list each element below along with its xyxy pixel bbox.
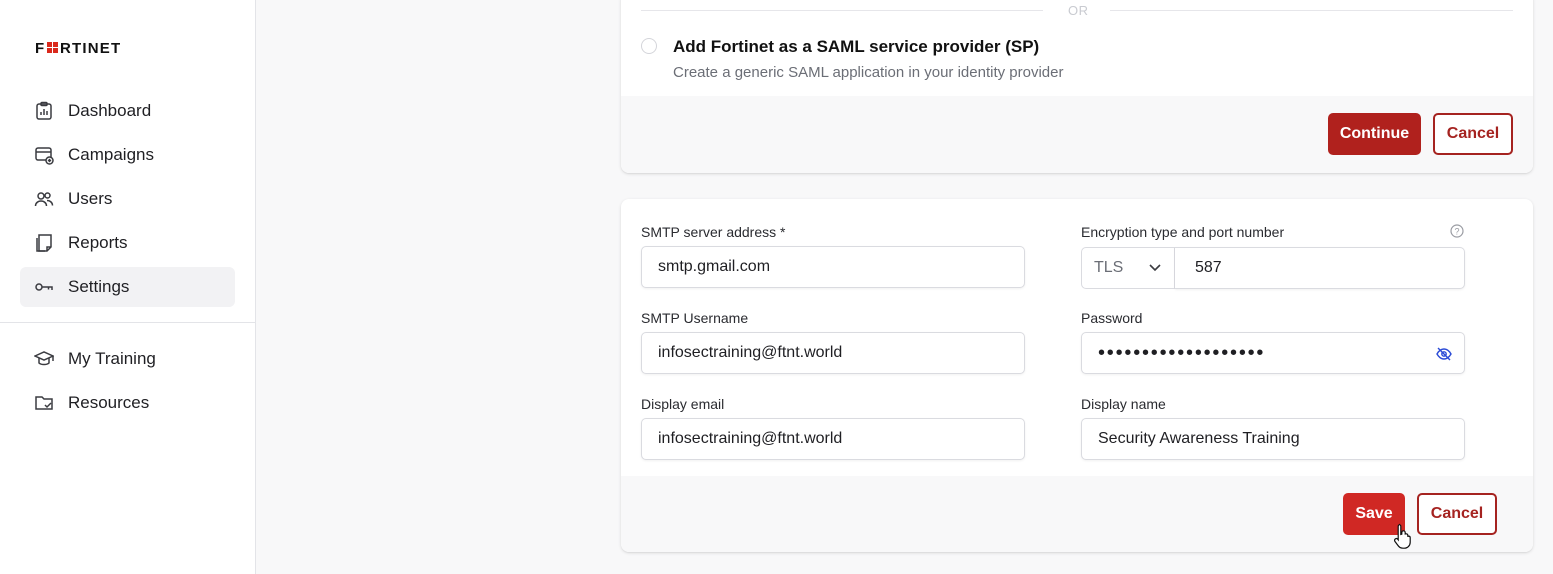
sidebar-item-campaigns[interactable]: Campaigns xyxy=(20,135,235,175)
password-label: Password xyxy=(1081,310,1143,326)
cancel-button[interactable]: Cancel xyxy=(1433,113,1513,155)
sidebar-item-my-training[interactable]: My Training xyxy=(20,339,235,379)
reports-icon xyxy=(33,232,55,254)
smtp-settings-card: SMTP server address * smtp.gmail.com Enc… xyxy=(621,199,1533,552)
encryption-value: TLS xyxy=(1094,259,1124,276)
sidebar-item-label: Settings xyxy=(68,277,130,296)
sidebar-item-label: Users xyxy=(68,189,113,208)
smtp-username-label: SMTP Username xyxy=(641,310,749,326)
sidebar-item-resources[interactable]: Resources xyxy=(20,383,235,423)
sidebar-item-users[interactable]: Users xyxy=(20,179,235,219)
saml-sp-option-title[interactable]: Add Fortinet as a SAML service provider … xyxy=(673,37,1039,57)
separator-line xyxy=(641,10,1043,11)
sidebar-divider xyxy=(0,322,256,323)
hand-cursor-icon xyxy=(1394,523,1411,549)
chevron-down-icon xyxy=(1149,264,1161,272)
smtp-server-input[interactable]: smtp.gmail.com xyxy=(641,246,1025,288)
main-nav: Dashboard Campaigns Users Reports Settin… xyxy=(20,91,235,311)
campaigns-icon xyxy=(33,144,55,166)
svg-text:?: ? xyxy=(1454,227,1459,237)
display-email-input[interactable]: infosectraining@ftnt.world xyxy=(641,418,1025,460)
encryption-select[interactable]: TLS xyxy=(1081,247,1175,289)
port-input[interactable]: 587 xyxy=(1175,247,1465,289)
graduation-cap-icon xyxy=(33,348,55,370)
continue-button[interactable]: Continue xyxy=(1328,113,1421,155)
folder-check-icon xyxy=(33,392,55,414)
password-value: ••••••••••••••••••• xyxy=(1098,341,1266,364)
cancel-button[interactable]: Cancel xyxy=(1417,493,1497,535)
sidebar-item-settings[interactable]: Settings xyxy=(20,267,235,307)
password-input[interactable]: ••••••••••••••••••• xyxy=(1081,332,1465,374)
card-footer: Continue Cancel xyxy=(621,96,1533,173)
sidebar: F RTINET Dashboard Campaigns Users Repor… xyxy=(0,0,256,574)
saml-options-card: OR Add Fortinet as a SAML service provid… xyxy=(621,0,1533,173)
sidebar-item-reports[interactable]: Reports xyxy=(20,223,235,263)
display-name-label: Display name xyxy=(1081,396,1166,412)
encryption-label: Encryption type and port number xyxy=(1081,224,1285,240)
separator-line xyxy=(1110,10,1513,11)
or-text: OR xyxy=(1068,3,1089,18)
eye-off-icon[interactable] xyxy=(1436,346,1452,362)
sidebar-item-label: Dashboard xyxy=(68,101,152,120)
smtp-username-input[interactable]: infosectraining@ftnt.world xyxy=(641,332,1025,374)
users-icon xyxy=(33,188,55,210)
or-separator: OR xyxy=(641,3,1513,18)
smtp-server-label: SMTP server address * xyxy=(641,224,786,240)
display-email-label: Display email xyxy=(641,396,725,412)
svg-text:RTINET: RTINET xyxy=(60,41,121,55)
sidebar-item-label: Resources xyxy=(68,393,150,412)
saml-sp-option-subtitle: Create a generic SAML application in you… xyxy=(673,64,1064,81)
sidebar-item-label: Campaigns xyxy=(68,145,154,164)
logo-mark: F RTINET xyxy=(35,41,121,55)
sidebar-item-dashboard[interactable]: Dashboard xyxy=(20,91,235,131)
help-icon[interactable]: ? xyxy=(1450,224,1464,238)
fortinet-logo[interactable]: F RTINET xyxy=(35,41,151,55)
svg-text:F: F xyxy=(35,41,45,55)
sidebar-item-label: My Training xyxy=(68,349,156,368)
dashboard-icon xyxy=(33,100,55,122)
key-icon xyxy=(33,276,55,298)
display-name-input[interactable]: Security Awareness Training xyxy=(1081,418,1465,460)
saml-sp-radio[interactable] xyxy=(641,38,657,54)
sidebar-item-label: Reports xyxy=(68,233,128,252)
secondary-nav: My Training Resources xyxy=(20,339,235,427)
